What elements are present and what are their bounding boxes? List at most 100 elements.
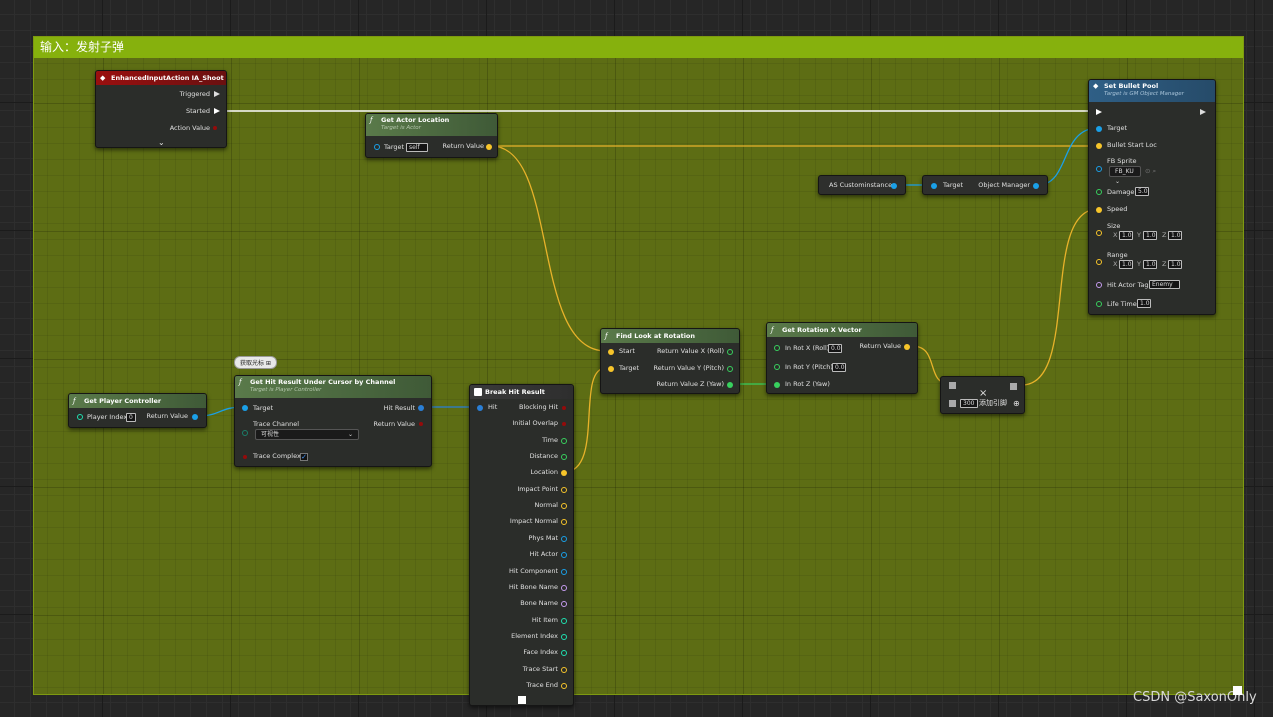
out-pin-distance[interactable] [561, 454, 567, 461]
float-out-pin-x[interactable] [727, 349, 733, 355]
bool-pin-action-value[interactable] [213, 126, 217, 130]
float-in-pin-rot-x[interactable] [774, 345, 780, 351]
object-in-pin-target[interactable] [931, 183, 937, 189]
int-in-pin-player-index[interactable] [77, 414, 83, 420]
object-in-pin-target[interactable] [1096, 126, 1102, 132]
node-input-action[interactable]: ◆ EnhancedInputAction IA_Shoot Triggered … [95, 70, 227, 148]
float-in-pin-b[interactable] [949, 400, 956, 407]
size-x-field[interactable]: 1.0 [1119, 231, 1133, 240]
exec-in-pin[interactable] [1096, 109, 1102, 115]
size-z-field[interactable]: 1.0 [1168, 231, 1182, 240]
exec-out-pin-started[interactable] [214, 108, 220, 114]
struct-out-pin-hit-result[interactable] [418, 405, 424, 411]
out-pin-hit-actor[interactable] [561, 552, 567, 559]
range-y-field[interactable]: 1.0 [1143, 260, 1157, 269]
node-get-rotation-x-vector[interactable]: ƒ Get Rotation X Vector In Rot X (Roll) 0… [766, 322, 918, 394]
bool-out-pin-return[interactable] [419, 422, 423, 426]
object-out-pin[interactable] [1033, 183, 1039, 189]
out-pin-phys-mat[interactable] [561, 535, 567, 542]
rot-x-field[interactable]: 0.0 [828, 344, 842, 353]
byte-in-pin-trace-channel[interactable] [242, 430, 248, 436]
pin-label-hit-item: Hit Item [531, 615, 558, 624]
out-pin-hit-component[interactable] [561, 568, 567, 575]
pin-label-target: Target [943, 181, 964, 189]
player-index-field[interactable]: 0 [126, 413, 136, 422]
name-in-pin-hit-actor-tag[interactable] [1096, 282, 1102, 288]
node-as-custominstance[interactable]: AS Custominstance [818, 175, 906, 195]
vector-out-pin[interactable] [1010, 383, 1017, 390]
bool-in-pin-trace-complex[interactable] [243, 455, 247, 459]
comment-bubble[interactable]: 获取光标 ⊞ [234, 356, 277, 369]
function-icon: ƒ [73, 397, 76, 405]
expand-chevron-icon[interactable]: ⌄ [158, 137, 165, 148]
out-pin-element-index[interactable] [561, 633, 567, 640]
range-z-field[interactable]: 1.0 [1168, 260, 1182, 269]
hit-actor-tag-field[interactable]: Enemy [1149, 280, 1180, 289]
float-out-pin-y[interactable] [727, 366, 733, 372]
pin-label-normal: Normal [534, 501, 558, 510]
struct-in-pin-hit[interactable] [477, 405, 483, 411]
float-in-pin-rot-z[interactable] [774, 382, 780, 388]
browse-icons[interactable]: ⊙ ⌕ [1145, 166, 1156, 177]
trace-channel-dropdown[interactable]: 可视性 ⌄ [255, 429, 359, 440]
node-get-actor-location[interactable]: ƒ Get Actor Location Target is Actor Targe… [365, 113, 498, 158]
exec-out-pin[interactable] [1200, 109, 1206, 115]
vector-in-pin-range[interactable] [1096, 259, 1102, 265]
out-pin-normal[interactable] [561, 503, 567, 510]
node-get-hit-result-under-cursor[interactable]: ƒ Get Hit Result Under Cursor by Channel T… [234, 375, 432, 467]
out-pin-location[interactable] [561, 470, 567, 477]
float-in-pin-rot-y[interactable] [774, 364, 780, 370]
vector-in-pin-size[interactable] [1096, 230, 1102, 236]
out-pin-blocking-hit[interactable] [562, 406, 566, 410]
out-pin-bone-name[interactable] [561, 601, 567, 608]
object-in-pin-target[interactable] [374, 144, 380, 150]
node-find-look-at-rotation[interactable]: ƒ Find Look at Rotation Start Target Retu… [600, 328, 740, 394]
out-pin-trace-end[interactable] [561, 682, 567, 689]
out-pin-initial-overlap[interactable] [562, 422, 566, 427]
out-pin-face-index[interactable] [561, 650, 567, 657]
node-get-player-controller[interactable]: ƒ Get Player Controller Player Index 0 Re… [68, 393, 207, 428]
vector-in-pin-bullet-start[interactable] [1096, 143, 1102, 149]
life-time-field[interactable]: 1.0 [1137, 299, 1151, 308]
vector-in-pin-start[interactable] [608, 349, 614, 355]
collapse-square-icon[interactable] [518, 696, 526, 704]
out-pin-time[interactable] [561, 437, 567, 444]
vector-out-pin-return[interactable] [904, 344, 910, 350]
out-pin-impact-normal[interactable] [561, 519, 567, 526]
size-y-field[interactable]: 1.0 [1143, 231, 1157, 240]
add-pin-label[interactable]: 添加引脚 [979, 398, 1007, 409]
exec-out-pin-triggered[interactable] [214, 91, 220, 97]
node-multiply[interactable]: × 300 添加引脚 ⊕ [940, 376, 1025, 414]
damage-value-field[interactable]: 5.0 [1135, 187, 1149, 196]
out-pin-trace-start[interactable] [561, 666, 567, 673]
vector-out-pin-return[interactable] [486, 144, 492, 150]
pin-label-trace-start: Trace Start [522, 664, 558, 673]
graph-canvas[interactable]: 输入：发射子弹 ◆ EnhancedInputAction IA_Shoot Tr… [0, 0, 1273, 717]
object-in-pin-fb-sprite[interactable] [1096, 166, 1102, 172]
object-in-pin-target[interactable] [242, 405, 248, 411]
vector-in-pin-speed[interactable] [1096, 207, 1102, 213]
node-break-hit-result[interactable]: Break Hit Result Hit Blocking Hit Initial… [469, 384, 574, 706]
corner-handle[interactable] [1233, 686, 1242, 695]
float-in-pin-life-time[interactable] [1096, 301, 1102, 307]
float-in-pin-damage[interactable] [1096, 189, 1102, 195]
vector-in-pin-a[interactable] [949, 382, 956, 389]
object-out-pin-return[interactable] [192, 414, 198, 420]
float-out-pin-z[interactable] [727, 382, 733, 388]
node-set-bullet-pool[interactable]: ◆ Set Bullet Pool Target is GM Object Mana… [1088, 79, 1216, 315]
trace-complex-checkbox[interactable]: ✓ [300, 453, 308, 461]
out-pin-impact-point[interactable] [561, 486, 567, 493]
comment-title[interactable]: 输入：发射子弹 [34, 37, 1243, 58]
out-pin-hit-bone-name[interactable] [561, 584, 567, 591]
rot-y-field[interactable]: 0.0 [832, 363, 846, 372]
object-out-pin[interactable] [891, 183, 897, 189]
node-object-manager[interactable]: Target Object Manager [922, 175, 1048, 195]
range-x-field[interactable]: 1.0 [1119, 260, 1133, 269]
multiply-value-field[interactable]: 300 [960, 399, 978, 408]
target-value-field[interactable]: self [406, 143, 428, 152]
out-pin-hit-item[interactable] [561, 617, 567, 624]
range-y-label: Y [1137, 260, 1141, 268]
vector-in-pin-target[interactable] [608, 366, 614, 372]
add-pin-icon[interactable]: ⊕ [1013, 398, 1020, 409]
fb-sprite-dropdown[interactable]: FB_KU ⌄ [1109, 166, 1141, 185]
